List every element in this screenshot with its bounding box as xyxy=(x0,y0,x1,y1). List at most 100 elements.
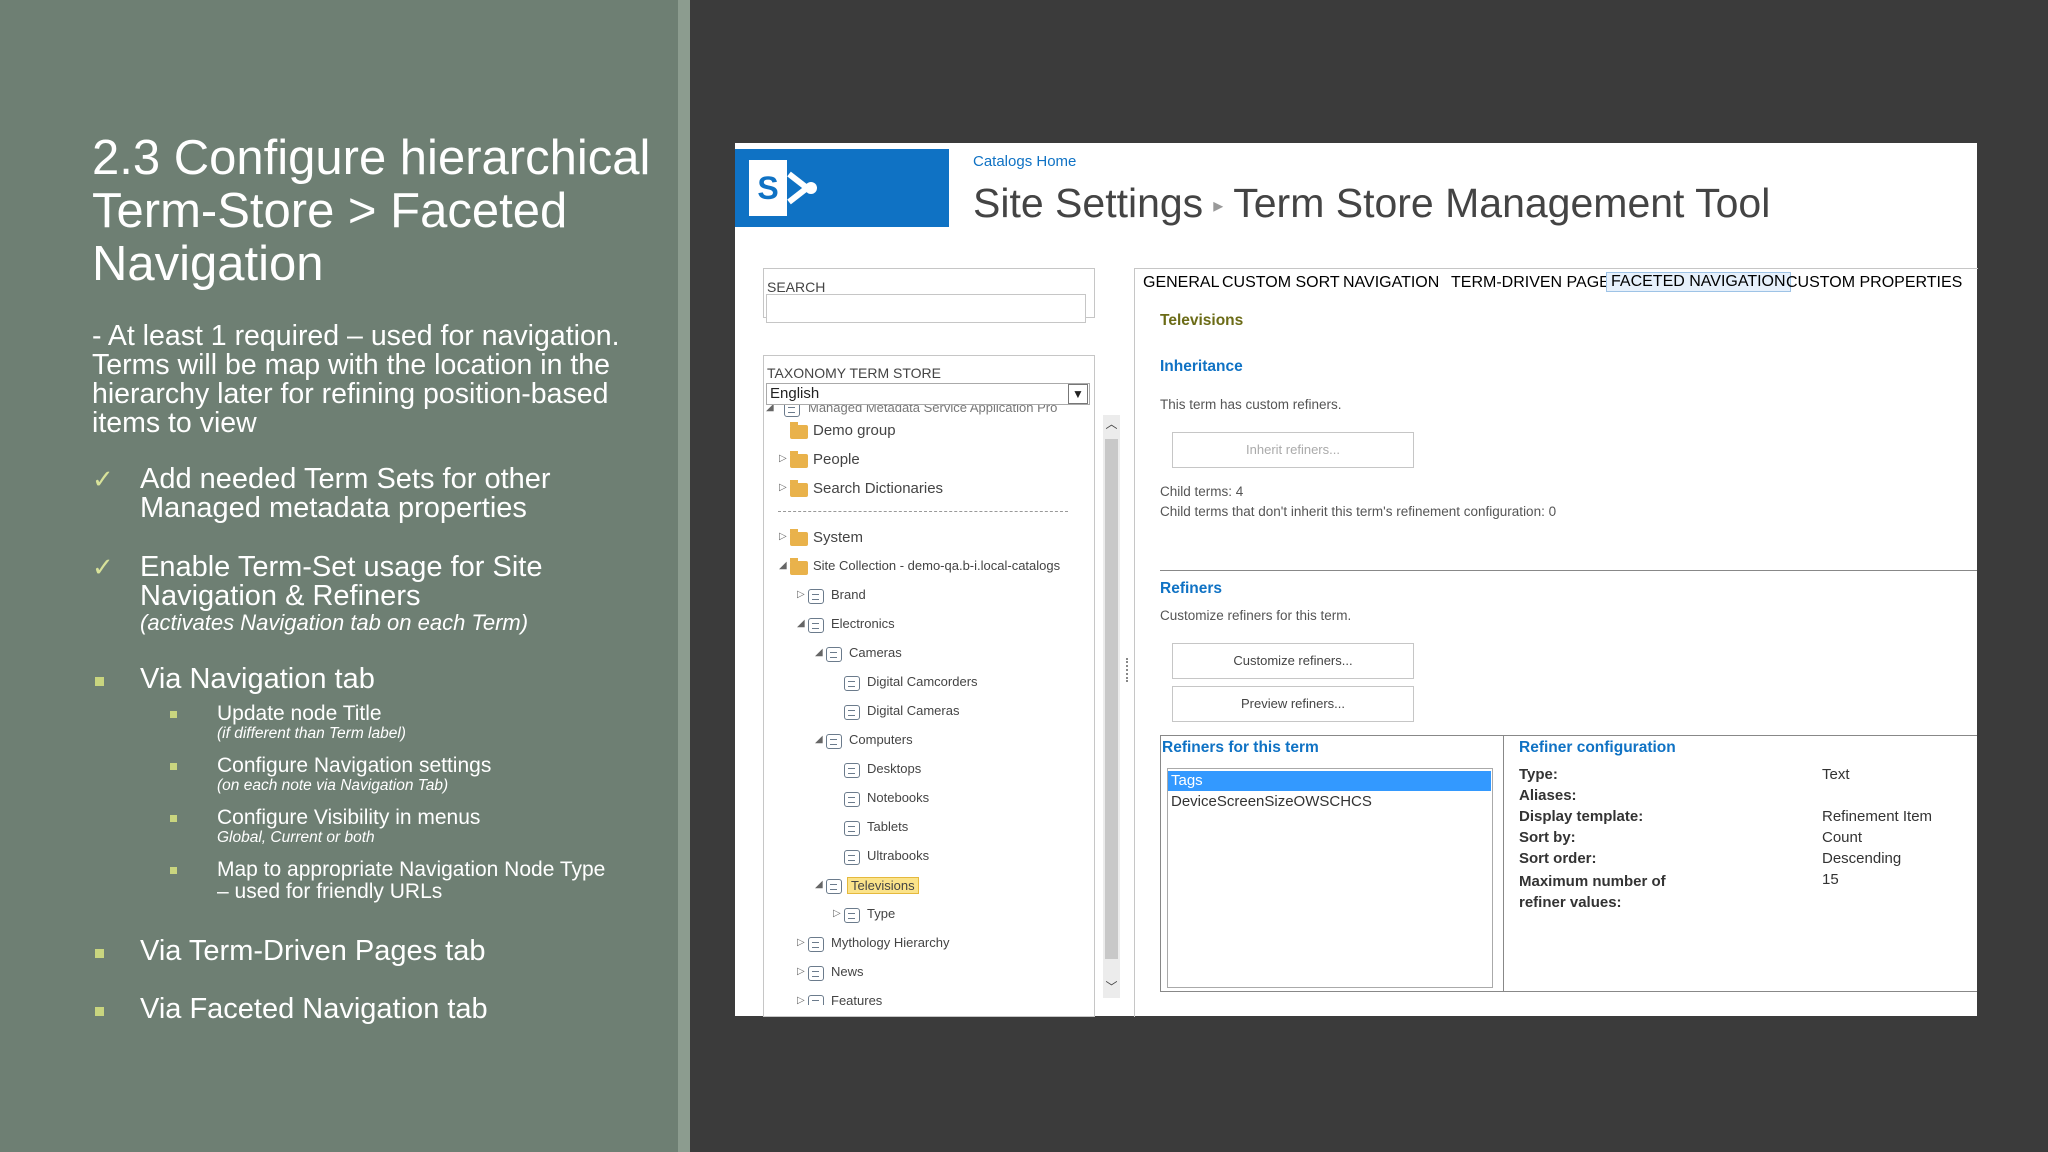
sub-bullet-text: Map to appropriate Navigation Node Type … xyxy=(217,858,606,903)
bullet-text: Via Faceted Navigation tab xyxy=(140,993,488,1025)
slide-divider xyxy=(678,0,690,1152)
config-label: Display template: xyxy=(1519,808,1644,825)
config-label: Maximum number of refiner values: xyxy=(1519,873,1666,911)
refiners-text: Customize refiners for this term. xyxy=(1160,608,1352,623)
sub-bullet-note: (if different than Term label) xyxy=(217,725,406,742)
expand-icon[interactable]: ▷ xyxy=(779,531,789,542)
square-bullet-icon xyxy=(95,949,104,958)
config-value: Descending xyxy=(1822,850,1902,867)
term-icon xyxy=(826,878,844,894)
breadcrumb-separator-icon: ▸ xyxy=(1213,195,1224,218)
sharepoint-s-icon: S xyxy=(757,170,779,206)
term-icon xyxy=(826,646,844,662)
bullet-note: (activates Navigation tab on each Term) xyxy=(140,610,529,635)
square-bullet-icon xyxy=(95,1007,104,1016)
term-icon xyxy=(844,820,862,836)
folder-icon xyxy=(790,422,808,439)
section-divider xyxy=(1160,570,1977,571)
refiner-config-header: Refiner configuration xyxy=(1519,739,1676,756)
term-set-icon xyxy=(808,994,826,1005)
term-set-icon xyxy=(808,588,826,604)
customize-refiners-button[interactable]: Customize refiners... xyxy=(1172,643,1414,679)
square-bullet-icon xyxy=(95,677,104,686)
folder-icon xyxy=(790,480,808,497)
expand-icon[interactable]: ▷ xyxy=(779,453,789,464)
term-icon xyxy=(844,849,862,865)
term-icon xyxy=(844,907,862,923)
refiners-header: Refiners xyxy=(1160,580,1223,597)
term-icon xyxy=(844,704,862,720)
tab-faceted-navigation[interactable]: FACETED NAVIGATION xyxy=(1606,272,1791,292)
term-icon xyxy=(844,762,862,778)
splitter-handle[interactable] xyxy=(1126,658,1130,682)
page-title: Site Settings ▸ Term Store Management Tool xyxy=(973,179,1770,230)
sharepoint-logo[interactable]: S xyxy=(735,149,949,227)
slide-intro: - At least 1 required – used for navigat… xyxy=(92,320,620,439)
config-label: Type: xyxy=(1519,766,1558,783)
scroll-up-icon[interactable]: ︿ xyxy=(1103,415,1120,435)
expand-icon[interactable]: ▷ xyxy=(797,937,807,948)
preview-refiners-button[interactable]: Preview refiners... xyxy=(1172,686,1414,722)
search-input[interactable] xyxy=(766,294,1086,323)
term-set-icon xyxy=(808,617,826,633)
child-terms-count: Child terms: 4 xyxy=(1160,484,1244,499)
listbox-item-selected[interactable]: Tags xyxy=(1168,771,1491,791)
language-select[interactable]: English ▼ xyxy=(766,383,1090,405)
tab-general[interactable]: GENERAL xyxy=(1143,274,1219,292)
listbox-item[interactable]: DeviceScreenSizeOWSCHCS xyxy=(1168,792,1491,812)
child-terms-note: Child terms that don't inherit this term… xyxy=(1160,504,1557,519)
collapse-icon[interactable]: ◢ xyxy=(797,618,807,629)
scroll-down-icon[interactable]: ﹀ xyxy=(1103,978,1120,998)
sharepoint-arrow-icon xyxy=(787,171,817,205)
tab-custom-properties[interactable]: CUSTOM PROPERTIES xyxy=(1786,274,1962,292)
term-set-icon xyxy=(808,965,826,981)
collapse-icon[interactable]: ◢ xyxy=(815,879,825,890)
sub-bullet-note: Global, Current or both xyxy=(217,829,375,846)
term-name: Televisions xyxy=(1160,312,1244,329)
refiners-list-header: Refiners for this term xyxy=(1162,739,1319,756)
square-bullet-icon xyxy=(170,815,177,822)
scrollbar-thumb[interactable] xyxy=(1105,439,1118,959)
bullet-text: Via Navigation tab xyxy=(140,663,375,695)
term-set-icon xyxy=(808,936,826,952)
config-label: Sort by: xyxy=(1519,829,1576,846)
expand-icon[interactable]: ▷ xyxy=(797,995,807,1005)
tree-scrollbar[interactable]: ︿ ﹀ xyxy=(1103,415,1120,998)
term-tree: ◢ Managed Metadata Service Application P… xyxy=(766,405,1088,1005)
slide-title: 2.3 Configure hierarchical Term-Store > … xyxy=(92,131,651,291)
inherit-refiners-button[interactable]: Inherit refiners... xyxy=(1172,432,1414,468)
inheritance-header: Inheritance xyxy=(1160,358,1243,375)
collapse-icon[interactable]: ◢ xyxy=(815,647,825,658)
page-title-part2: Term Store Management Tool xyxy=(1233,180,1771,226)
square-bullet-icon xyxy=(170,763,177,770)
checkmark-icon: ✓ xyxy=(92,552,114,582)
page-title-part1: Site Settings xyxy=(973,180,1204,226)
folder-icon xyxy=(790,529,808,546)
bullet-text: Enable Term-Set usage for Site Navigatio… xyxy=(140,551,543,612)
search-label: SEARCH xyxy=(767,279,826,295)
collapse-icon[interactable]: ◢ xyxy=(766,405,776,413)
square-bullet-icon xyxy=(170,867,177,874)
tab-bar: GENERAL CUSTOM SORT NAVIGATION TERM-DRIV… xyxy=(1135,269,1975,295)
collapse-icon[interactable]: ◢ xyxy=(779,560,789,571)
sub-bullet-text: Configure Navigation settings xyxy=(217,754,492,777)
breadcrumb-link[interactable]: Catalogs Home xyxy=(973,153,1076,170)
expand-icon[interactable]: ▷ xyxy=(797,966,807,977)
refiners-listbox[interactable]: Tags DeviceScreenSizeOWSCHCS xyxy=(1167,768,1493,988)
expand-icon[interactable]: ▷ xyxy=(779,482,789,493)
term-icon xyxy=(844,675,862,691)
collapse-icon[interactable]: ◢ xyxy=(815,734,825,745)
sharepoint-window: S Catalogs Home Site Settings ▸ Term Store… xyxy=(735,143,1978,1017)
expand-icon[interactable]: ▷ xyxy=(797,589,807,600)
sub-bullet-text: Update node Title xyxy=(217,702,382,725)
tab-custom-sort[interactable]: CUSTOM SORT xyxy=(1222,274,1340,292)
sub-bullet-note: (on each note via Navigation Tab) xyxy=(217,777,449,794)
config-value: Count xyxy=(1822,829,1863,846)
tab-term-driven-pages[interactable]: TERM-DRIVEN PAGES xyxy=(1451,274,1621,292)
taxonomy-label: TAXONOMY TERM STORE xyxy=(767,365,941,381)
tab-navigation[interactable]: NAVIGATION xyxy=(1343,274,1439,292)
term-store-icon xyxy=(784,405,802,417)
expand-icon[interactable]: ▷ xyxy=(833,908,843,919)
term-icon xyxy=(844,791,862,807)
config-value: 15 xyxy=(1822,871,1839,888)
